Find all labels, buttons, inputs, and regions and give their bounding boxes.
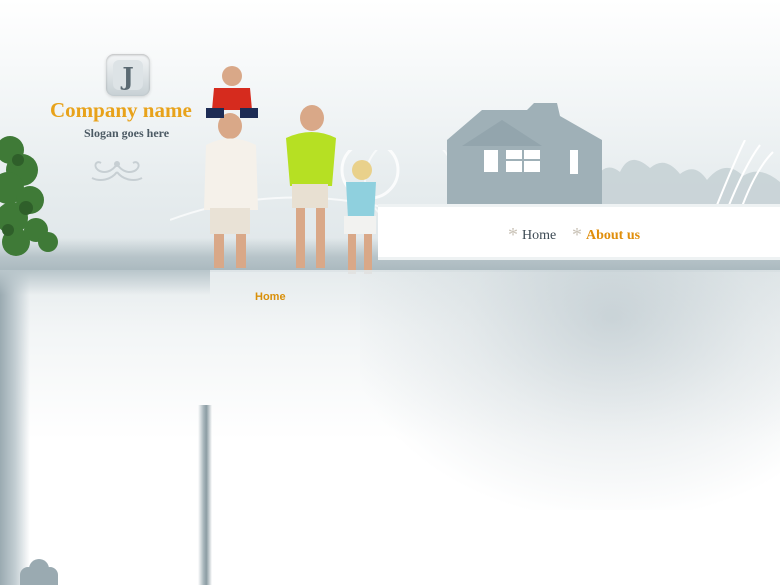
family-photo xyxy=(204,66,376,274)
bush-decoration xyxy=(20,559,58,585)
nav-home[interactable]: * Home xyxy=(508,224,556,247)
vertical-grunge-divider xyxy=(198,405,212,585)
mist-texture xyxy=(360,270,780,510)
nav-about[interactable]: * About us xyxy=(572,224,640,247)
page: * Home * About us J Company name Slogan … xyxy=(0,0,780,585)
logo-letter: J xyxy=(120,62,133,91)
nav-about-label: About us xyxy=(586,228,641,243)
breadcrumb-home-link[interactable]: Home xyxy=(255,291,286,303)
company-name: Company name xyxy=(50,98,192,122)
flourish-icon xyxy=(91,161,143,181)
left-grunge-band xyxy=(0,270,30,585)
tree-foliage xyxy=(0,136,58,256)
slogan: Slogan goes here xyxy=(84,126,170,140)
asterisk-icon: * xyxy=(508,224,518,246)
nav-home-label: Home xyxy=(522,228,557,243)
asterisk-icon: * xyxy=(572,224,582,246)
house-silhouette xyxy=(447,103,602,213)
top-grunge-band xyxy=(0,270,210,295)
j-logo-icon[interactable]: J xyxy=(106,54,150,96)
